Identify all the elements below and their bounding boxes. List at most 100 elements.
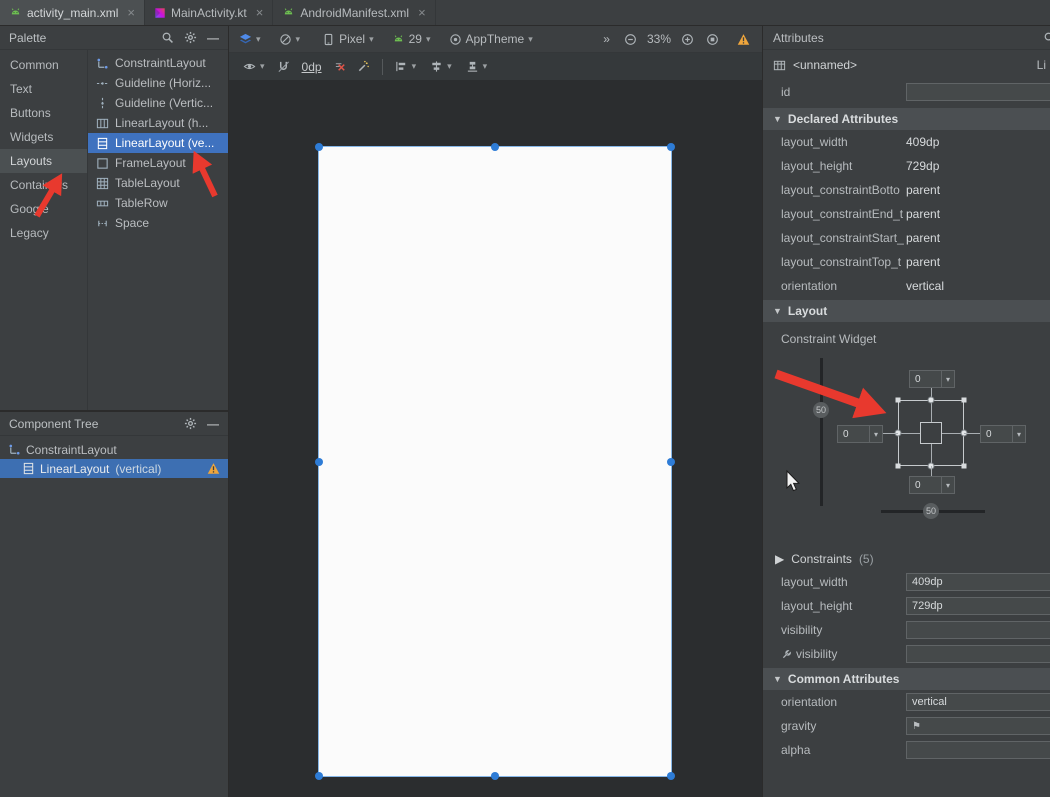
view-options[interactable]: ▾ [243,60,265,73]
attr-row: layout_constraintEnd_tparent [763,202,1050,226]
default-margin-button[interactable]: 0dp [302,60,322,74]
component-class-clipped: Li [1037,58,1046,72]
constraints-toggle[interactable]: ▶ Constraints (5) [763,548,1050,570]
close-icon[interactable]: × [418,6,426,19]
id-row: id [763,78,1050,106]
theme-selector[interactable]: AppTheme ▾ [449,32,533,46]
selection-handle[interactable] [315,143,323,151]
chevron-down-icon[interactable]: ▾ [1012,426,1025,442]
category-common[interactable]: Common [0,53,87,77]
infer-constraints-wand-icon[interactable] [357,60,370,73]
surface-selector[interactable]: ▾ [279,33,301,46]
zoom-in-icon[interactable] [681,33,694,46]
palette-item-linearlayout-horizontal[interactable]: LinearLayout (h... [88,113,228,133]
align-center-menu[interactable]: ▾ [430,60,452,73]
selection-handle[interactable] [667,458,675,466]
vertical-bias-slider[interactable] [820,358,823,506]
zoom-out-icon[interactable] [624,33,637,46]
category-buttons[interactable]: Buttons [0,101,87,125]
palette-item-tablerow[interactable]: TableRow [88,193,228,213]
selection-handle[interactable] [315,772,323,780]
orientation-input[interactable]: vertical [906,693,1050,711]
close-icon[interactable]: × [256,6,264,19]
section-common-attributes[interactable]: ▼ Common Attributes [763,668,1050,690]
tree-item-linearlayout-vertical[interactable]: LinearLayout (vertical) [0,459,228,478]
attr-row: layout_width409dp [763,570,1050,594]
category-layouts[interactable]: Layouts [0,149,87,173]
search-icon[interactable] [1043,31,1050,44]
attr-row: orientationvertical [763,690,1050,714]
device-canvas[interactable] [318,146,672,777]
selection-handle[interactable] [491,143,499,151]
palette-item-guideline-vertical[interactable]: Guideline (Vertic... [88,93,228,113]
selection-handle[interactable] [491,772,499,780]
hide-panel-icon[interactable]: — [207,31,219,45]
align-menu[interactable]: ▾ [395,60,417,73]
category-legacy[interactable]: Legacy [0,221,87,245]
clear-constraints-icon[interactable] [334,60,347,73]
android-icon [392,33,405,46]
category-google[interactable]: Google [0,197,87,221]
device-selector[interactable]: Pixel ▾ [322,32,374,46]
autoconnect-magnet-icon[interactable] [277,60,290,73]
palette-item-space[interactable]: Space [88,213,228,233]
horizontal-bias-badge[interactable]: 50 [923,503,939,519]
constraint-line [931,466,932,476]
category-containers[interactable]: Containers [0,173,87,197]
hide-panel-icon[interactable]: — [207,417,219,431]
section-layout[interactable]: ▼ Layout [763,300,1050,322]
view-mode-selector[interactable]: ▾ [239,33,261,46]
selection-handle[interactable] [315,458,323,466]
design-surface[interactable] [229,80,762,797]
category-widgets[interactable]: Widgets [0,125,87,149]
margin-end-dropdown[interactable]: 0 ▾ [980,425,1026,443]
palette-item-constraintlayout[interactable]: ConstraintLayout [88,53,228,73]
margin-start-dropdown[interactable]: 0 ▾ [837,425,883,443]
zoom-to-fit-icon[interactable] [706,33,719,46]
palette-item-linearlayout-vertical[interactable]: LinearLayout (ve... [88,133,228,153]
tab-activity-main-xml[interactable]: activity_main.xml × [0,0,145,25]
section-declared-attributes[interactable]: ▼ Declared Attributes [763,108,1050,130]
attr-row: gravity⚑ [763,714,1050,738]
margin-top-dropdown[interactable]: 0 ▾ [909,370,955,388]
gear-icon[interactable] [184,417,197,430]
selection-handle[interactable] [667,143,675,151]
chevron-down-icon[interactable]: ▾ [941,477,954,493]
eye-icon [243,60,256,73]
id-input[interactable] [906,83,1050,101]
alpha-input[interactable] [906,741,1050,759]
visibility-input[interactable] [906,621,1050,639]
chevron-down-icon[interactable]: ▾ [869,426,882,442]
top-constraint-anchor[interactable] [928,397,935,404]
tab-mainactivity-kt[interactable]: MainActivity.kt × [145,0,273,25]
layout-height-input[interactable]: 729dp [906,597,1050,615]
chevron-down-icon[interactable]: ▾ [941,371,954,387]
design-surface-icon [279,33,292,46]
selection-handle[interactable] [667,772,675,780]
palette-item-tablelayout[interactable]: TableLayout [88,173,228,193]
tools-visibility-input[interactable] [906,645,1050,663]
pack-icon [466,60,479,73]
close-icon[interactable]: × [127,6,135,19]
zoom-level: 33% [647,32,671,46]
gravity-input[interactable]: ⚑ [906,717,1050,735]
palette-item-framelayout[interactable]: FrameLayout [88,153,228,173]
vertical-bias-badge[interactable]: 50 [813,402,829,418]
palette-title: Palette [9,31,151,45]
warning-icon[interactable] [207,462,220,475]
margin-bottom-dropdown[interactable]: 0 ▾ [909,476,955,494]
api-level-selector[interactable]: 29 ▾ [392,32,431,46]
category-text[interactable]: Text [0,77,87,101]
warning-panel-icon[interactable] [737,33,750,46]
gear-icon[interactable] [184,31,197,44]
theme-icon [449,33,462,46]
tree-item-constraintlayout[interactable]: ConstraintLayout [0,440,228,459]
palette-items: ConstraintLayout Guideline (Horiz... Gui… [88,50,228,410]
layout-width-input[interactable]: 409dp [906,573,1050,591]
palette-item-guideline-horizontal[interactable]: Guideline (Horiz... [88,73,228,93]
design-editor: ▾ ▾ Pixel ▾ 29 ▾ AppTheme ▾ » [229,26,762,797]
pack-menu[interactable]: ▾ [466,60,488,73]
search-icon[interactable] [161,31,174,44]
tab-androidmanifest-xml[interactable]: AndroidManifest.xml × [273,0,435,25]
toolbar-overflow-icon[interactable]: » [603,32,610,46]
